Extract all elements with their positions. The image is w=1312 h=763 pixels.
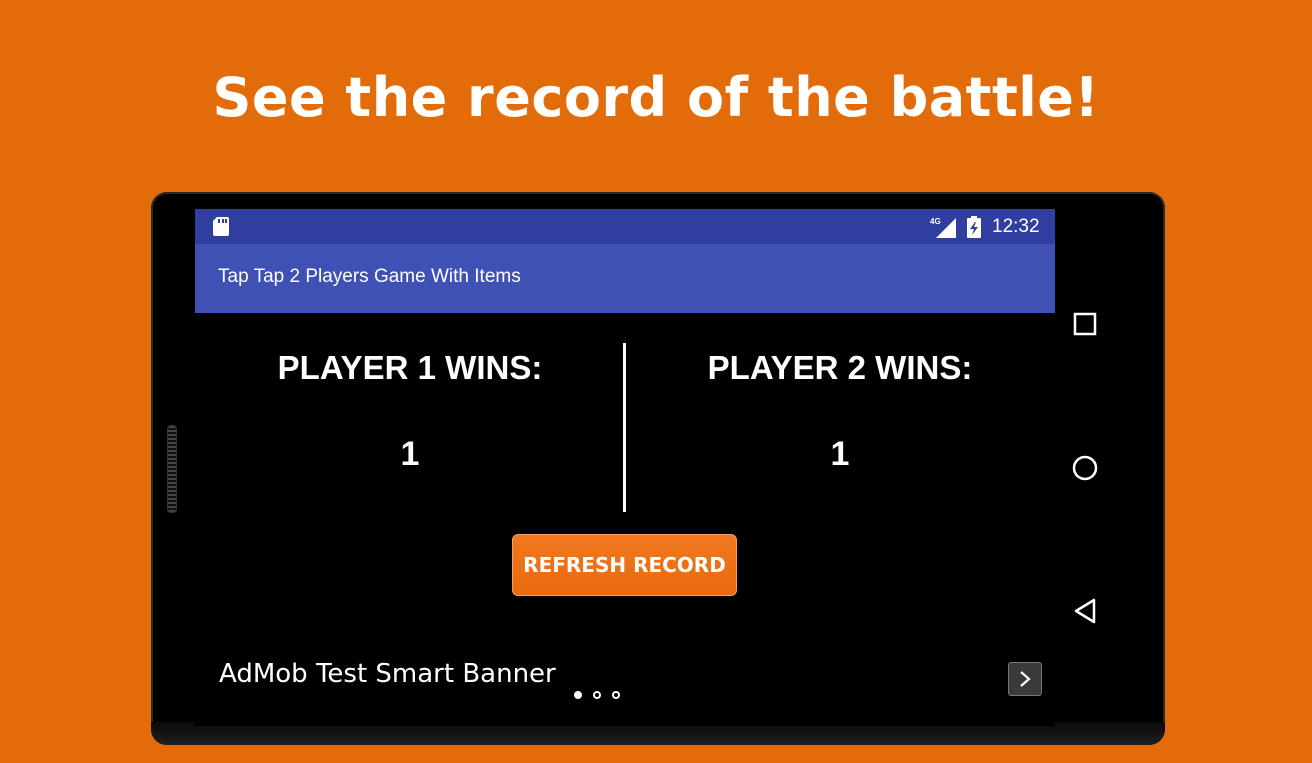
player2-wins-count: 1: [830, 435, 850, 473]
ad-page-indicator: [574, 686, 631, 699]
player1-wins-count: 1: [400, 435, 420, 473]
battery-icon: [967, 216, 981, 238]
ad-page-dot: [612, 691, 620, 699]
signal-icon: 4G: [930, 217, 956, 238]
back-icon[interactable]: [1070, 596, 1100, 626]
chevron-right-icon: [1020, 671, 1031, 687]
status-bar: 4G 12:32: [195, 209, 1055, 244]
ad-next-button[interactable]: [1008, 662, 1042, 696]
network-type: 4G: [930, 217, 941, 226]
phone-screen: 4G 12:32 Tap Tap 2 Players Game With Ite…: [195, 209, 1055, 726]
refresh-record-button[interactable]: REFRESH RECORD: [512, 534, 737, 596]
promo-title: See the record of the battle!: [212, 66, 1100, 129]
app-bar: Tap Tap 2 Players Game With Items: [195, 244, 1055, 313]
status-time: 12:32: [992, 216, 1040, 237]
phone-speaker: [167, 425, 177, 513]
promo-page: See the record of the battle! 4G 12:32 T…: [0, 0, 1312, 763]
ad-page-dot-active: [574, 691, 582, 699]
player1-wins-label: PLAYER 1 WINS:: [277, 349, 543, 386]
recent-apps-icon[interactable]: [1070, 309, 1100, 339]
ad-banner-text[interactable]: AdMob Test Smart Banner: [219, 659, 556, 689]
home-icon[interactable]: [1070, 453, 1100, 483]
app-title: Tap Tap 2 Players Game With Items: [218, 266, 521, 287]
player2-wins-label: PLAYER 2 WINS:: [707, 349, 973, 386]
sd-card-icon: [213, 217, 229, 236]
ad-page-dot: [593, 691, 601, 699]
